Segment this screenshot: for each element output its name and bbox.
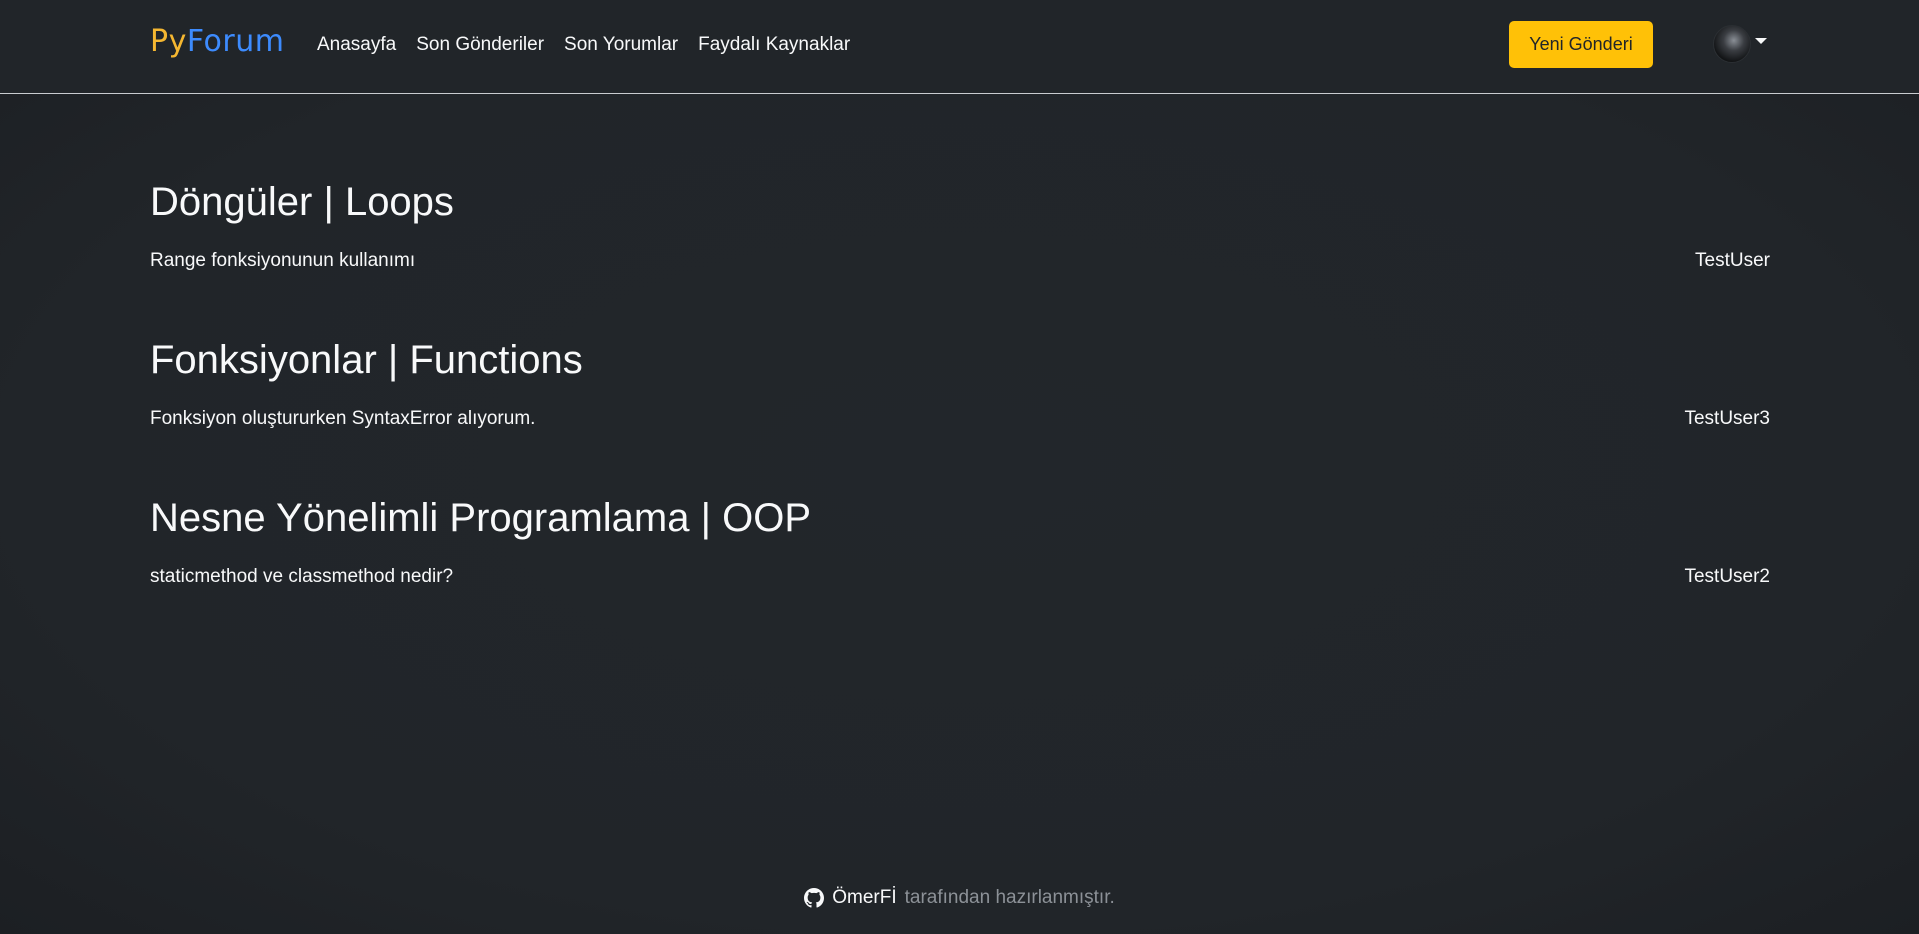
navbar: PyForum Anasayfa Son Gönderiler Son Yoru… [0,0,1919,94]
post-row: Fonksiyon oluştururken SyntaxError alıyo… [150,408,1770,430]
post-row: staticmethod ve classmethod nedir? TestU… [150,566,1770,588]
nav-link-recent-comments[interactable]: Son Yorumlar [564,34,678,56]
footer-text: tarafından hazırlanmıştır. [904,887,1115,908]
github-icon [804,888,825,908]
caret-down-icon [1755,38,1767,44]
post-title-link[interactable]: Fonksiyon oluştururken SyntaxError alıyo… [150,408,535,430]
category-section: Nesne Yönelimli Programlama | OOP static… [150,492,1770,588]
category-section: Döngüler | Loops Range fonksiyonunun kul… [150,176,1770,272]
user-menu-dropdown[interactable] [1713,25,1767,63]
nav-links: Anasayfa Son Gönderiler Son Yorumlar Fay… [317,34,850,56]
footer: ÖmerFİ tarafından hazırlanmıştır. [0,887,1919,909]
post-title-link[interactable]: staticmethod ve classmethod nedir? [150,566,453,588]
brand-py: Py [150,24,187,59]
post-title-link[interactable]: Range fonksiyonunun kullanımı [150,250,415,272]
nav-link-home[interactable]: Anasayfa [317,34,396,56]
category-title: Döngüler | Loops [150,180,454,224]
category-list: Döngüler | Loops Range fonksiyonunun kul… [150,176,1770,650]
nav-link-resources[interactable]: Faydalı Kaynaklar [698,34,850,56]
brand-logo[interactable]: PyForum [150,24,284,59]
category-title: Fonksiyonlar | Functions [150,338,583,382]
category-section: Fonksiyonlar | Functions Fonksiyon oluşt… [150,334,1770,430]
brand-forum: Forum [186,24,285,59]
post-author-link[interactable]: TestUser [1695,250,1770,272]
post-author-link[interactable]: TestUser2 [1684,566,1770,588]
nav-link-recent-posts[interactable]: Son Gönderiler [416,34,544,56]
avatar [1713,25,1751,63]
post-author-link[interactable]: TestUser3 [1684,408,1770,430]
post-row: Range fonksiyonunun kullanımı TestUser [150,250,1770,272]
new-post-button[interactable]: Yeni Gönderi [1509,21,1653,68]
category-title: Nesne Yönelimli Programlama | OOP [150,496,812,540]
footer-author-link[interactable]: ÖmerFİ [832,887,896,909]
